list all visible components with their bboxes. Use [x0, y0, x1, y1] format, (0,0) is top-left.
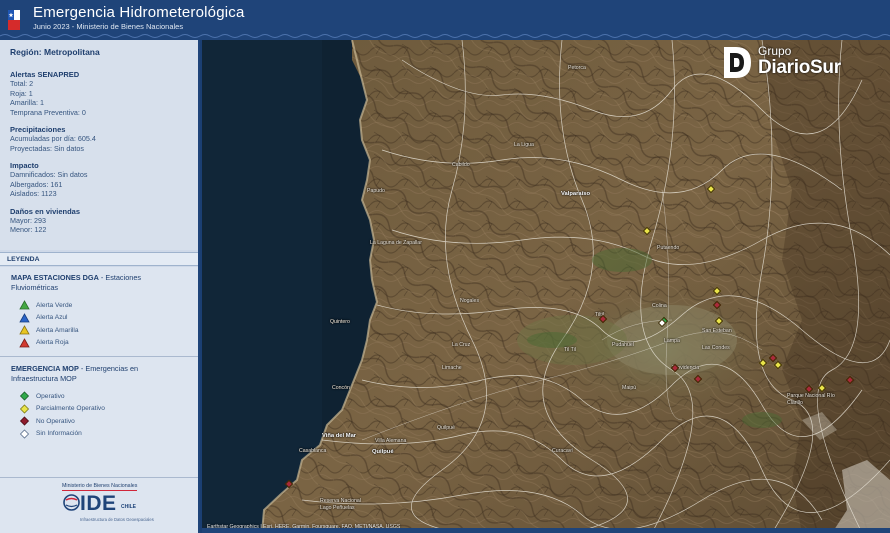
diariosur-brand: Grupo DiarioSur	[722, 43, 872, 81]
legend-label: Sin Información	[36, 430, 82, 438]
place-label: Lampa	[664, 338, 680, 344]
place-label: Maipú	[622, 385, 637, 391]
diamond-icon	[19, 404, 30, 414]
impact-line: Damnificados: Sin datos	[10, 170, 88, 179]
logo-ministry-text: Ministerio de Bienes Nacionales	[62, 483, 138, 491]
impact-line: Albergados: 161	[10, 179, 63, 189]
legend-label: Alerta Verde	[36, 301, 73, 309]
place-label: Parque Nacional Río Clarillo	[787, 393, 835, 406]
app-title: Emergencia Hidrometerológica	[33, 4, 245, 21]
place-label: Colina	[652, 303, 667, 309]
place-label: Quilpué	[437, 425, 455, 431]
triangle-icon	[19, 312, 30, 323]
legend-panel: MAPA ESTACIONES DGA - Estaciones Fluviom…	[0, 267, 198, 477]
impact-title: Impacto	[10, 161, 39, 170]
place-label: Cabildo	[452, 162, 470, 168]
logo-ide-text: IDE	[80, 492, 117, 515]
place-label: La Ligua	[514, 142, 534, 148]
place-label: Casablanca	[299, 448, 327, 454]
place-label: La Cruz	[452, 342, 471, 348]
place-label: La Laguna de Zapallar	[370, 240, 422, 246]
place-label: Viña del Mar	[322, 433, 357, 439]
triangle-icon	[19, 325, 30, 335]
place-label: Putaendo	[657, 245, 680, 251]
map-view[interactable]: Petorca La Ligua Cabildo Papudo Valparaí…	[202, 40, 890, 533]
impact-line: Aislados: 1123	[10, 189, 57, 198]
legend-item-no-operativo: No Operativo	[19, 415, 187, 428]
place-label: Reserva Nacional Lago Peñuelas	[320, 498, 361, 511]
legend-label: Parcialmente Operativo	[36, 405, 105, 413]
place-label: Las Condes	[702, 345, 730, 351]
alerts-line: Total: 2	[10, 79, 34, 88]
place-label: Limache	[442, 365, 462, 371]
legend-item-alerta-azul: Alerta Azul	[19, 312, 187, 325]
region-title: Región: Metropolitana	[10, 47, 100, 57]
place-label: Villa Alemana	[375, 438, 407, 444]
mop-legend-title: EMERGENCIA MOP - Emergencias en Infraest…	[11, 364, 187, 384]
place-label: Quintero	[330, 319, 350, 325]
precip-title: Precipitaciones	[10, 125, 66, 134]
legend-divider	[0, 356, 198, 357]
damage-line: Mayor: 293	[10, 215, 46, 225]
legend-item-alerta-roja: Alerta Roja	[19, 337, 187, 350]
alerts-line: Temprana Preventiva: 0	[10, 107, 86, 117]
logo-infra-text: Infraestructura de Datos Geoespaciales	[80, 517, 154, 522]
legend-item-sin-informacion: Sin Información	[19, 428, 187, 441]
diamond-icon	[19, 429, 30, 439]
place-label: Papudo	[367, 188, 385, 194]
damage-title: Daños en viviendas	[10, 206, 81, 216]
brand-name-text: DiarioSur	[758, 57, 841, 78]
legend-header[interactable]: LEYENDA	[0, 252, 198, 266]
legend-item-alerta-verde: Alerta Verde	[19, 299, 187, 312]
sidebar: Región: Metropolitana Alertas SENAPRED T…	[0, 40, 200, 533]
ide-chile-logo[interactable]: Ministerio de Bienes Nacionales IDE CHIL…	[0, 477, 198, 533]
legend-label: Alerta Azul	[36, 314, 68, 322]
legend-item-alerta-amarilla: Alerta Amarilla	[19, 324, 187, 337]
triangle-icon	[19, 300, 30, 310]
place-label: Petorca	[568, 65, 586, 71]
legend-label: No Operativo	[36, 417, 75, 425]
alerts-line: Roja: 1	[10, 88, 33, 98]
place-label: Til Til	[564, 347, 576, 353]
summary-panel: Región: Metropolitana Alertas SENAPRED T…	[0, 40, 198, 250]
dga-legend-title: MAPA ESTACIONES DGA - Estaciones Fluviom…	[11, 273, 187, 293]
place-label: San Esteban	[702, 328, 732, 334]
bottom-strip	[202, 528, 890, 533]
precip-line: Acumuladas por día: 605.4	[10, 134, 96, 143]
legend-item-operativo: Operativo	[19, 390, 187, 403]
place-label: Quilpué	[372, 449, 394, 455]
precip-line: Proyectadas: Sin datos	[10, 143, 84, 153]
ide-globe-icon	[63, 494, 80, 511]
satellite-terrain	[202, 40, 890, 533]
dga-title-bold: MAPA ESTACIONES DGA	[11, 273, 99, 282]
legend-item-parcialmente-operativo: Parcialmente Operativo	[19, 403, 187, 416]
diariosur-logo-icon	[724, 47, 751, 78]
legend-label: Alerta Roja	[36, 339, 69, 347]
place-label: Curacaví	[552, 448, 573, 454]
damage-line: Menor: 122	[10, 225, 47, 234]
logo-chile-text: CHILE	[121, 504, 136, 510]
alerts-title: Alertas SENAPRED	[10, 70, 80, 79]
place-label: Pudahuel	[612, 342, 634, 348]
mop-title-bold: EMERGENCIA MOP	[11, 364, 79, 373]
diamond-icon	[19, 391, 30, 401]
legend-label: Alerta Amarilla	[36, 326, 79, 334]
header-wave-decoration	[0, 34, 890, 38]
triangle-icon	[19, 337, 30, 348]
brand-group-text: Grupo	[758, 44, 792, 58]
place-label: Nogales	[460, 298, 480, 304]
place-label: Concón	[332, 385, 350, 391]
alerts-line: Amarilla: 1	[10, 98, 44, 107]
app-header: Emergencia Hidrometerológica Junio 2023 …	[0, 0, 890, 40]
place-label: Valparaíso	[561, 191, 591, 197]
diamond-icon	[19, 416, 30, 426]
legend-label: Operativo	[36, 392, 65, 400]
chile-flag-icon	[8, 10, 20, 30]
